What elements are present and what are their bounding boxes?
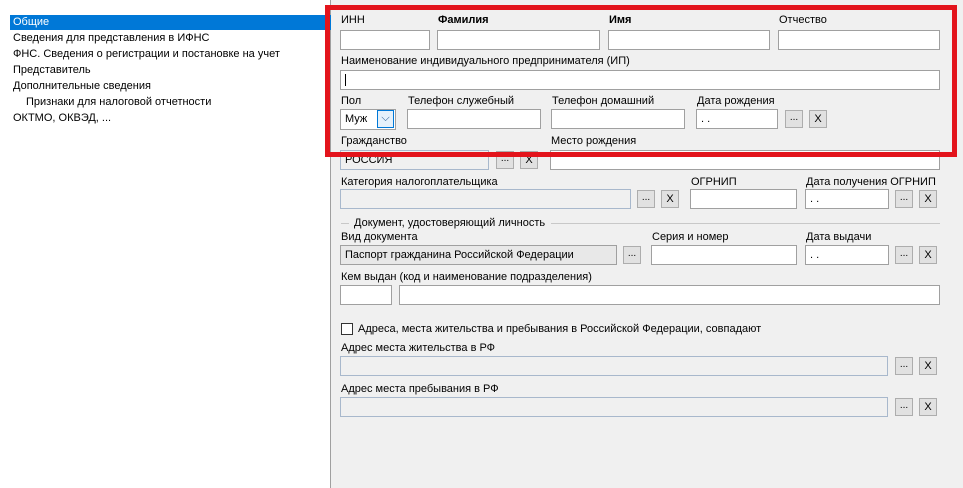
doc-type-label: Вид документа	[341, 231, 418, 243]
inn-input[interactable]	[340, 30, 430, 50]
highlight-fill	[335, 131, 947, 149]
stay-address-input[interactable]	[340, 397, 888, 417]
residence-address-select-button[interactable]: ...	[895, 357, 913, 375]
navigation-tree: Общие Сведения для представления в ИФНС …	[0, 0, 331, 488]
birth-date-clear-button[interactable]: X	[809, 110, 827, 128]
taxpayer-category-select-button[interactable]: ...	[637, 190, 655, 208]
tree-item-tax-reporting-flags[interactable]: Признаки для налоговой отчетности	[26, 95, 211, 110]
ogrnip-date-clear-button[interactable]: X	[919, 190, 937, 208]
issue-date-clear-button[interactable]: X	[919, 246, 937, 264]
taxpayer-category-label: Категория налогоплательщика	[341, 176, 498, 188]
home-phone-input[interactable]	[551, 109, 685, 129]
taxpayer-category-input[interactable]	[340, 189, 631, 209]
stay-address-select-button[interactable]: ...	[895, 398, 913, 416]
citizenship-clear-button[interactable]: X	[520, 151, 538, 169]
chevron-down-icon[interactable]: ⌵	[377, 110, 394, 128]
tree-item-additional-info[interactable]: Дополнительные сведения	[13, 79, 151, 94]
ogrnip-input[interactable]	[690, 189, 797, 209]
issue-date-input[interactable]: . .	[805, 245, 889, 265]
tree-item-oktmo-okved[interactable]: ОКТМО, ОКВЭД, ...	[13, 111, 111, 126]
doc-type-select-button[interactable]: ...	[623, 246, 641, 264]
series-number-input[interactable]	[651, 245, 797, 265]
address-match-checkbox[interactable]	[341, 323, 353, 335]
citizenship-input[interactable]: РОССИЯ	[340, 150, 489, 170]
citizenship-label: Гражданство	[341, 135, 407, 147]
issued-by-label: Кем выдан (код и наименование подразделе…	[341, 271, 592, 283]
doc-type-input[interactable]: Паспорт гражданина Российской Федерации	[340, 245, 617, 265]
residence-address-clear-button[interactable]: X	[919, 357, 937, 375]
tree-item-fns-registration[interactable]: ФНС. Сведения о регистрации и постановке…	[13, 47, 280, 62]
ogrnip-label: ОГРНИП	[691, 176, 737, 188]
issue-date-label: Дата выдачи	[806, 231, 872, 243]
residence-address-input[interactable]	[340, 356, 888, 376]
tree-item-representative[interactable]: Представитель	[13, 63, 91, 78]
birth-date-label: Дата рождения	[697, 95, 775, 107]
birth-date-input[interactable]: . .	[696, 109, 778, 129]
text-caret	[345, 74, 346, 86]
surname-label: Фамилия	[438, 14, 489, 26]
taxpayer-category-clear-button[interactable]: X	[661, 190, 679, 208]
ip-name-input[interactable]	[340, 70, 940, 90]
name-label: Имя	[609, 14, 632, 26]
birth-date-picker-button[interactable]: ...	[785, 110, 803, 128]
surname-input[interactable]	[437, 30, 600, 50]
tree-item-general[interactable]: Общие	[10, 15, 331, 30]
patronymic-input[interactable]	[778, 30, 940, 50]
ogrnip-date-picker-button[interactable]: ...	[895, 190, 913, 208]
ogrnip-date-label: Дата получения ОГРНИП	[806, 176, 936, 188]
section-divider-right	[551, 223, 940, 224]
stay-address-label: Адрес места пребывания в РФ	[341, 383, 499, 395]
citizenship-select-button[interactable]: ...	[496, 151, 514, 169]
issuer-name-input[interactable]	[399, 285, 940, 305]
work-phone-input[interactable]	[407, 109, 541, 129]
ogrnip-date-input[interactable]: . .	[805, 189, 889, 209]
residence-address-label: Адрес места жительства в РФ	[341, 342, 496, 354]
issue-date-picker-button[interactable]: ...	[895, 246, 913, 264]
section-divider-left	[341, 223, 349, 224]
gender-value: Муж	[345, 113, 368, 125]
address-match-label: Адреса, места жительства и пребывания в …	[358, 323, 762, 335]
patronymic-label: Отчество	[779, 14, 827, 26]
tree-item-ifns-info[interactable]: Сведения для представления в ИФНС	[13, 31, 209, 46]
id-doc-section-title: Документ, удостоверяющий личность	[354, 217, 546, 229]
stay-address-clear-button[interactable]: X	[919, 398, 937, 416]
birth-place-label: Место рождения	[551, 135, 637, 147]
issuer-code-input[interactable]	[340, 285, 392, 305]
series-number-label: Серия и номер	[652, 231, 729, 243]
name-input[interactable]	[608, 30, 770, 50]
work-phone-label: Телефон служебный	[408, 95, 515, 107]
ip-name-label: Наименование индивидуального предпринима…	[341, 55, 630, 67]
gender-label: Пол	[341, 95, 362, 107]
birth-place-input[interactable]	[550, 150, 940, 170]
inn-label: ИНН	[341, 14, 365, 26]
home-phone-label: Телефон домашний	[552, 95, 655, 107]
